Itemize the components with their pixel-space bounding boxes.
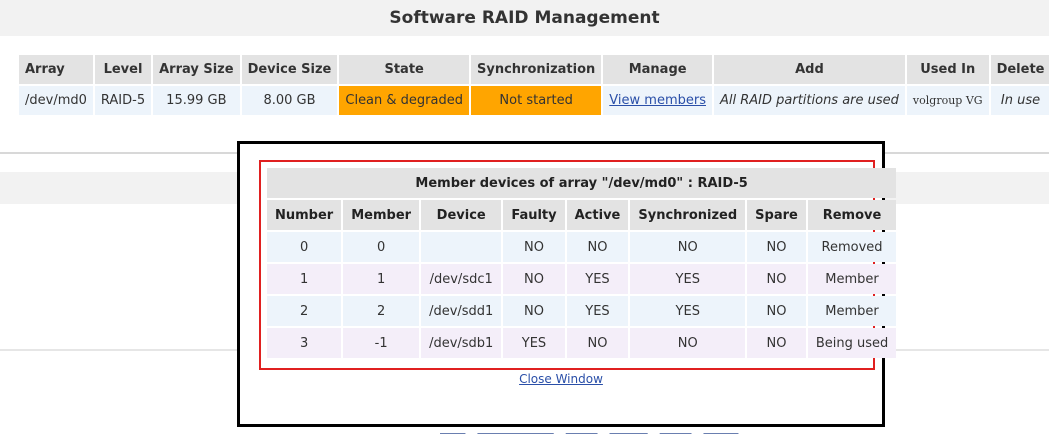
col-header-active: Active	[566, 200, 629, 230]
close-window-container: Close Window	[240, 372, 882, 386]
cell-number: 3	[267, 328, 342, 358]
cell-active: YES	[566, 296, 629, 326]
table-row: 1 1 /dev/sdc1 NO YES YES NO Member	[267, 264, 897, 294]
raid-management-page: Software RAID Management Array Level Arr…	[0, 0, 1049, 439]
col-header-delete: Delete	[990, 55, 1049, 84]
cell-spare: NO	[747, 264, 806, 294]
member-devices-table: Member devices of array "/dev/md0" : RAI…	[265, 166, 898, 360]
col-header-synchronized: Synchronized	[630, 200, 746, 230]
cell-device: /dev/sdc1	[421, 264, 502, 294]
cell-array-size: 15.99 GB	[153, 86, 240, 115]
col-header-add: Add	[713, 55, 905, 84]
cell-active: NO	[566, 232, 629, 262]
col-header-array-size: Array Size	[153, 55, 240, 84]
col-header-device: Device	[421, 200, 502, 230]
cell-faulty: NO	[503, 296, 565, 326]
cell-synchronized: NO	[630, 328, 746, 358]
cell-synchronized: YES	[630, 296, 746, 326]
col-header-used-in: Used In	[906, 55, 989, 84]
members-caption: Member devices of array "/dev/md0" : RAI…	[267, 168, 897, 198]
col-header-state: State	[339, 55, 469, 84]
member-devices-popup: Member devices of array "/dev/md0" : RAI…	[237, 141, 897, 427]
table-row: 0 0 NO NO NO NO Removed	[267, 232, 897, 262]
sync-status-badge: Not started	[470, 86, 602, 115]
cell-faulty: NO	[503, 264, 565, 294]
close-window-link[interactable]: Close Window	[519, 372, 603, 386]
col-header-array: Array	[19, 55, 93, 84]
cell-number: 2	[267, 296, 342, 326]
cell-manage: View members	[603, 86, 712, 115]
col-header-level: Level	[94, 55, 152, 84]
cell-faulty: NO	[503, 232, 565, 262]
raid-table-header-row: Array Level Array Size Device Size State…	[19, 55, 1049, 84]
cell-device-size: 8.00 GB	[241, 86, 338, 115]
cell-level: RAID-5	[94, 86, 152, 115]
col-header-device-size: Device Size	[241, 55, 338, 84]
cell-member: -1	[343, 328, 420, 358]
cell-remove: Member	[807, 264, 897, 294]
cell-member: 1	[343, 264, 420, 294]
cell-device: /dev/sdd1	[421, 296, 502, 326]
col-header-number: Number	[267, 200, 342, 230]
cell-active: NO	[566, 328, 629, 358]
raid-array-table: Array Level Array Size Device Size State…	[17, 53, 1049, 117]
cell-faulty: YES	[503, 328, 565, 358]
cell-remove: Being used	[807, 328, 897, 358]
col-header-spare: Spare	[747, 200, 806, 230]
cell-member: 2	[343, 296, 420, 326]
table-row: 2 2 /dev/sdd1 NO YES YES NO Member	[267, 296, 897, 326]
col-header-manage: Manage	[603, 55, 712, 84]
cell-device	[421, 232, 502, 262]
state-badge: Clean & degraded	[339, 86, 469, 115]
table-row: /dev/md0 RAID-5 15.99 GB 8.00 GB Clean &…	[19, 86, 1049, 115]
view-members-link[interactable]: View members	[609, 93, 706, 108]
cell-number: 0	[267, 232, 342, 262]
members-header-row: Number Member Device Faulty Active Synch…	[267, 200, 897, 230]
col-header-synchronization: Synchronization	[470, 55, 602, 84]
cell-spare: NO	[747, 296, 806, 326]
cell-used-in: volgroup VG	[906, 86, 989, 115]
members-caption-row: Member devices of array "/dev/md0" : RAI…	[267, 168, 897, 198]
cell-array: /dev/md0	[19, 86, 93, 115]
col-header-member: Member	[343, 200, 420, 230]
cell-spare: NO	[747, 328, 806, 358]
cell-remove: Removed	[807, 232, 897, 262]
col-header-remove: Remove	[807, 200, 897, 230]
cell-add: All RAID partitions are used	[713, 86, 905, 115]
page-title: Software RAID Management	[0, 0, 1049, 36]
cell-active: YES	[566, 264, 629, 294]
cell-remove: Member	[807, 296, 897, 326]
cell-device: /dev/sdb1	[421, 328, 502, 358]
cell-member: 0	[343, 232, 420, 262]
cell-delete: In use	[990, 86, 1049, 115]
cell-synchronized: NO	[630, 232, 746, 262]
col-header-faulty: Faulty	[503, 200, 565, 230]
cell-synchronized: YES	[630, 264, 746, 294]
cell-number: 1	[267, 264, 342, 294]
cell-spare: NO	[747, 232, 806, 262]
table-row: 3 -1 /dev/sdb1 YES NO NO NO Being used	[267, 328, 897, 358]
member-devices-panel: Member devices of array "/dev/md0" : RAI…	[259, 160, 897, 370]
